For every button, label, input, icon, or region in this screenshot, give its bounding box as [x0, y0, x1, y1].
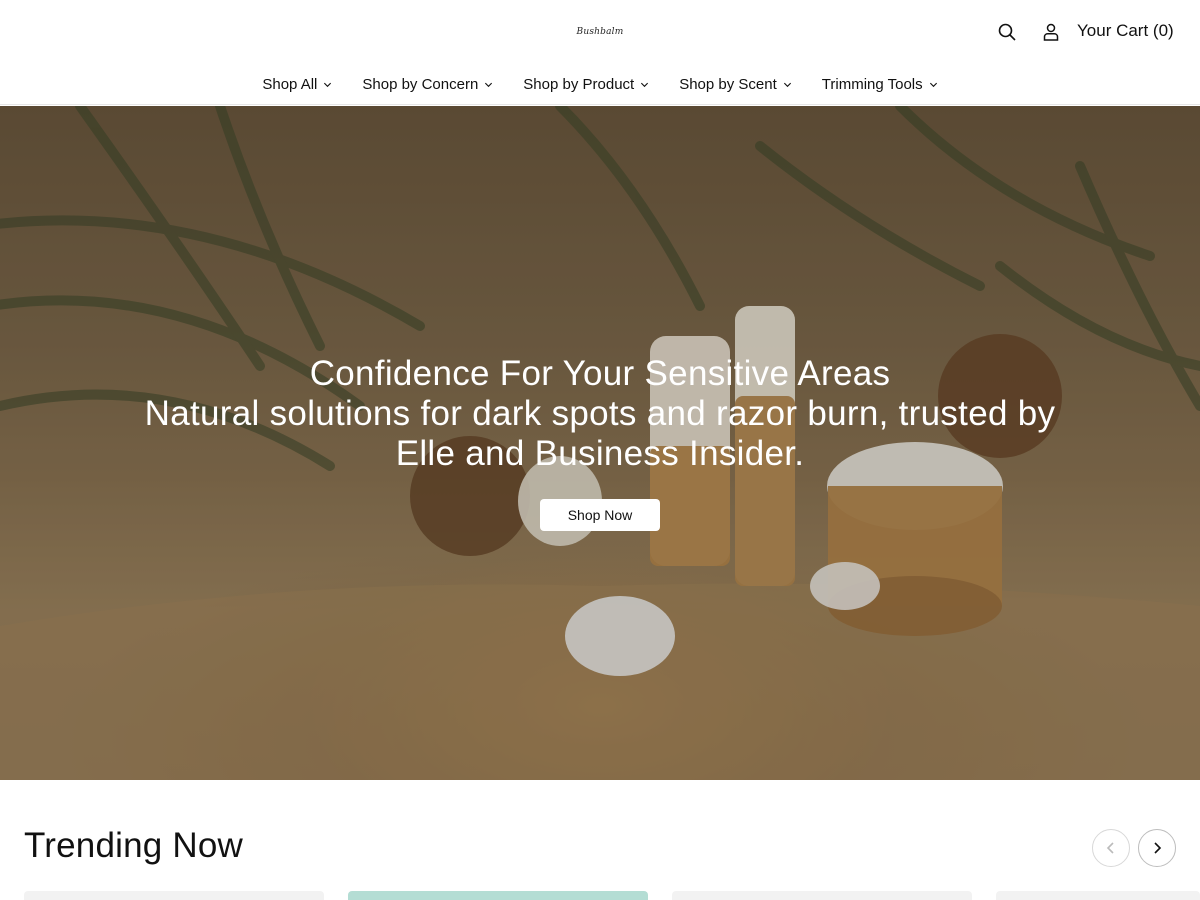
main-nav: Shop All Shop by Concern Shop by Product… — [0, 70, 1200, 98]
product-card[interactable] — [996, 891, 1200, 900]
nav-item-label: Shop All — [262, 75, 318, 93]
shop-now-button[interactable]: Shop Now — [540, 499, 660, 531]
nav-item-shop-by-scent[interactable]: Shop by Scent — [679, 70, 792, 98]
account-button[interactable] — [1039, 20, 1063, 44]
nav-item-label: Trimming Tools — [821, 75, 923, 93]
hero-subtitle: Natural solutions for dark spots and raz… — [144, 394, 1056, 473]
cart-link[interactable]: Your Cart (0) — [1077, 21, 1174, 41]
brand-logo[interactable]: Bushbalm — [572, 22, 628, 42]
user-icon — [1043, 23, 1059, 41]
chevron-down-icon — [641, 82, 649, 87]
site-header: Bushbalm Your Cart (0) Shop All Shop by … — [0, 0, 1200, 105]
product-card[interactable] — [672, 891, 972, 900]
hero-title: Confidence For Your Sensitive Areas — [309, 354, 891, 393]
carousel-next-button[interactable] — [1138, 829, 1176, 867]
nav-item-label: Shop by Concern — [362, 75, 479, 93]
nav-item-label: Shop by Scent — [679, 75, 777, 93]
hero-text: Confidence For Your Sensitive Areas Natu… — [0, 354, 1200, 474]
carousel-prev-button[interactable] — [1092, 829, 1130, 867]
chevron-left-icon — [1106, 842, 1114, 854]
product-card[interactable] — [348, 891, 648, 900]
product-card[interactable] — [24, 891, 324, 900]
nav-item-trimming-tools[interactable]: Trimming Tools — [822, 70, 938, 98]
chevron-down-icon — [929, 82, 937, 87]
trending-title: Trending Now — [24, 826, 243, 865]
chevron-right-icon — [1154, 842, 1162, 854]
nav-item-shop-by-concern[interactable]: Shop by Concern — [362, 70, 493, 98]
search-button[interactable] — [995, 20, 1019, 44]
nav-item-shop-by-product[interactable]: Shop by Product — [523, 70, 649, 98]
brand-logo-text: Bushbalm — [576, 27, 624, 37]
nav-item-shop-all[interactable]: Shop All — [262, 70, 332, 98]
search-icon — [998, 23, 1016, 41]
chevron-down-icon — [485, 82, 493, 87]
chevron-down-icon — [783, 82, 791, 87]
chevron-down-icon — [324, 82, 332, 87]
nav-item-label: Shop by Product — [523, 75, 635, 93]
hero-banner: Confidence For Your Sensitive Areas Natu… — [0, 106, 1200, 780]
